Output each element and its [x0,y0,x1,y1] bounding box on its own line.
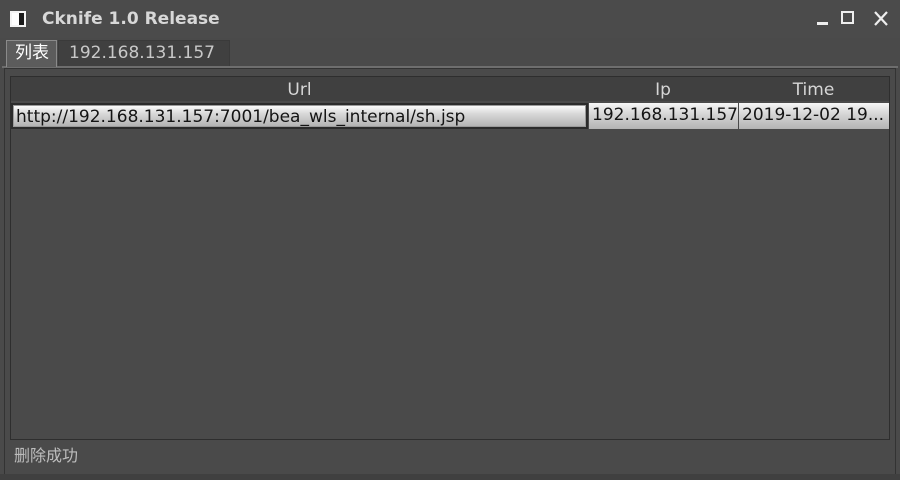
column-header-time[interactable]: Time [738,77,889,101]
table-header: Url Ip Time [11,77,889,101]
cknife-window: Cknife 1.0 Release 列表 192.168.131.157 Ur… [0,0,900,480]
app-icon [10,11,26,27]
shell-table[interactable]: Url Ip Time http://192.168.131.157:7001/… [10,76,890,440]
minimize-button[interactable] [815,10,833,28]
tab-host[interactable]: 192.168.131.157 [58,40,230,67]
window-bottom-edge [0,474,900,480]
cell-url[interactable]: http://192.168.131.157:7001/bea_wls_inte… [11,103,588,129]
window-title: Cknife 1.0 Release [42,9,220,29]
minimize-icon [817,22,828,25]
title-bar[interactable]: Cknife 1.0 Release [0,0,900,38]
cell-time[interactable]: 2019-12-02 19... [739,103,889,129]
maximize-button[interactable] [840,10,858,28]
close-icon [874,11,888,26]
status-message: 删除成功 [14,446,79,465]
column-header-url[interactable]: Url [11,77,588,101]
table-row[interactable]: http://192.168.131.157:7001/bea_wls_inte… [11,103,889,129]
close-button[interactable] [872,10,890,28]
column-header-ip[interactable]: Ip [588,77,738,101]
cell-ip[interactable]: 192.168.131.157 [588,103,738,129]
maximize-icon [841,11,854,24]
tab-list[interactable]: 列表 [6,40,57,67]
